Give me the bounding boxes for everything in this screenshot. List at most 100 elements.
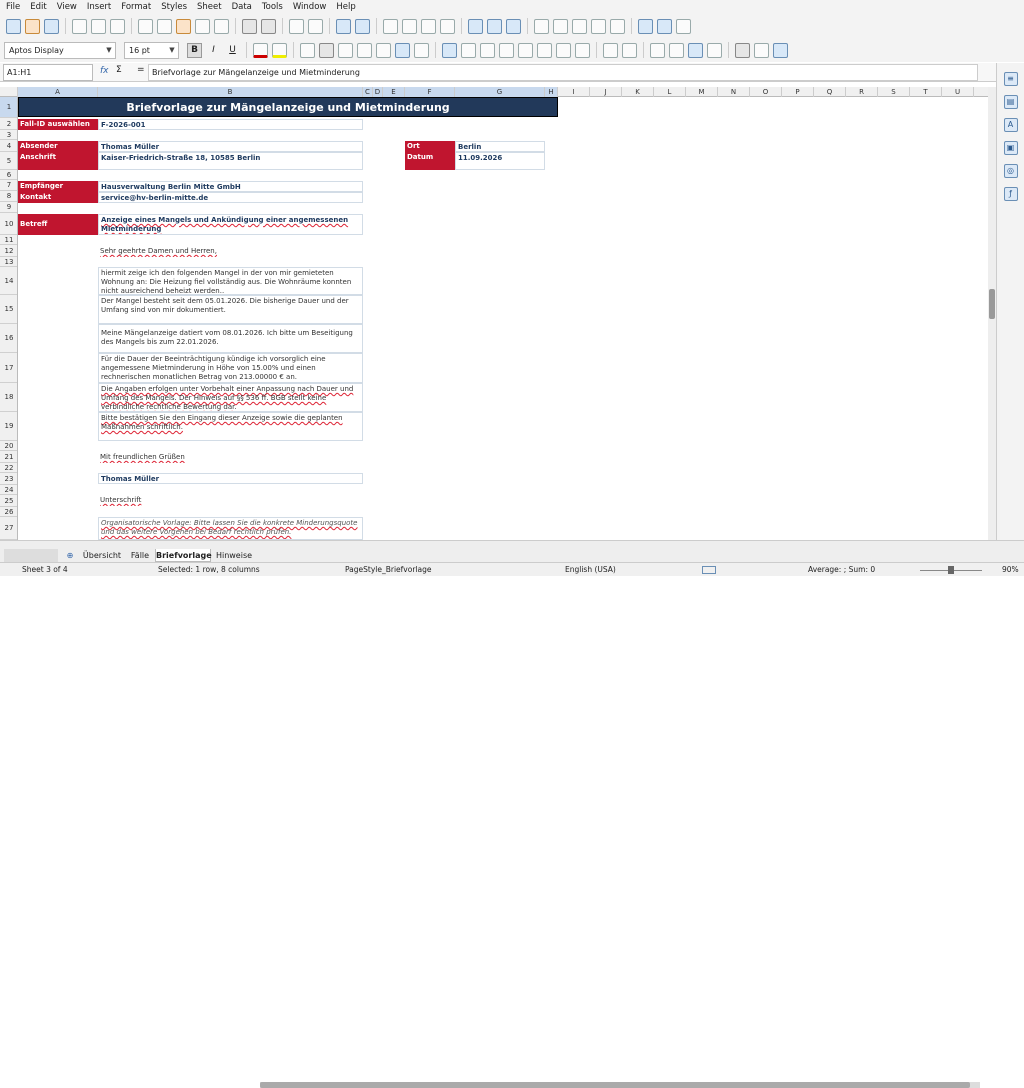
open-folder-icon[interactable] — [25, 18, 40, 34]
split-window-icon[interactable] — [657, 18, 672, 34]
row-header-15[interactable]: 15 — [0, 295, 17, 324]
center-vertically-icon[interactable] — [395, 42, 410, 58]
row-header-5[interactable]: 5 — [0, 152, 17, 170]
empfaenger-value[interactable]: Hausverwaltung Berlin Mitte GmbH — [98, 181, 363, 192]
align-center-icon[interactable] — [319, 42, 334, 58]
ort-value[interactable]: Berlin — [455, 141, 545, 152]
name-box[interactable]: A1:H1 — [3, 64, 93, 81]
paragraph-mangel-cell[interactable]: hiermit zeige ich den folgenden Mangel i… — [98, 267, 363, 295]
insert-image-icon[interactable] — [468, 18, 483, 34]
print-icon[interactable] — [91, 18, 106, 34]
styles-icon[interactable]: A — [1003, 118, 1018, 132]
font-name-box[interactable]: Aptos Display ▼ — [4, 41, 116, 59]
chevron-down-icon[interactable]: ▼ — [166, 46, 178, 54]
column-header-d[interactable]: D — [373, 87, 383, 97]
vertical-scroll-thumb[interactable] — [989, 289, 995, 319]
menu-view[interactable]: View — [57, 2, 77, 12]
column-header-g[interactable]: G — [455, 87, 545, 97]
column-header-e[interactable]: E — [383, 87, 405, 97]
fall-id-label[interactable]: Fall-ID auswählen — [18, 119, 98, 130]
special-character-icon[interactable] — [534, 18, 549, 34]
column-header-f[interactable]: F — [405, 87, 455, 97]
navigator-icon[interactable]: ◎ — [1003, 164, 1018, 178]
right-to-left-icon[interactable] — [754, 42, 769, 58]
row-header-7[interactable]: 7 — [0, 180, 17, 191]
sheet-title-cell[interactable]: Briefvorlage zur Mängelanzeige und Mietm… — [18, 97, 558, 117]
hyperlink-icon[interactable] — [553, 18, 568, 34]
column-header-r[interactable]: R — [846, 87, 878, 97]
functions-icon[interactable]: ƒ — [1003, 187, 1018, 201]
align-bottom-icon[interactable] — [414, 42, 429, 58]
signature-name-cell[interactable]: Thomas Müller — [98, 473, 363, 484]
menu-styles[interactable]: Styles — [161, 2, 187, 12]
row-header-8[interactable]: 8 — [0, 191, 17, 202]
menu-tools[interactable]: Tools — [262, 2, 283, 12]
clear-formatting-icon[interactable] — [214, 18, 229, 34]
underline-button[interactable]: U — [225, 43, 240, 58]
wrap-text-icon[interactable] — [442, 42, 457, 58]
copy-icon[interactable] — [157, 18, 172, 34]
zoom-level[interactable]: 90% — [1002, 565, 1019, 574]
menu-help[interactable]: Help — [336, 2, 355, 12]
font-size-box[interactable]: 16 pt ▼ — [124, 41, 179, 59]
hamburger-menu-icon[interactable]: ≡ — [1003, 72, 1018, 86]
vertical-scrollbar[interactable] — [988, 87, 996, 540]
row-header-10[interactable]: 10 — [0, 213, 17, 235]
column-header-h[interactable]: H — [545, 87, 558, 97]
paragraph-minderung-cell[interactable]: Für die Dauer der Beeinträchtigung kündi… — [98, 353, 363, 383]
column-header-n[interactable]: N — [718, 87, 750, 97]
border-color-icon[interactable] — [688, 42, 703, 58]
merge-center-icon[interactable] — [461, 42, 476, 58]
spreadsheet-grid[interactable]: Briefvorlage zur Mängelanzeige und Mietm… — [18, 97, 990, 540]
spelling-icon[interactable] — [308, 18, 323, 34]
row-header-21[interactable]: 21 — [0, 451, 17, 463]
row-header-20[interactable]: 20 — [0, 441, 17, 451]
status-language[interactable]: English (USA) — [565, 565, 616, 574]
row-header-14[interactable]: 14 — [0, 267, 17, 295]
new-document-icon[interactable] — [6, 18, 21, 34]
zoom-slider-thumb[interactable] — [948, 566, 954, 574]
menu-format[interactable]: Format — [121, 2, 151, 12]
row-header-24[interactable]: 24 — [0, 485, 17, 495]
kontakt-value[interactable]: service@hv-berlin-mitte.de — [98, 192, 363, 203]
menu-edit[interactable]: Edit — [30, 2, 46, 12]
row-icon[interactable] — [336, 18, 351, 34]
function-wizard-icon[interactable]: fx — [100, 66, 109, 76]
bold-button[interactable]: B — [187, 42, 202, 58]
formula-input[interactable]: Briefvorlage zur Mängelanzeige und Mietm… — [148, 64, 978, 81]
borders-icon[interactable] — [650, 42, 665, 58]
date-format-icon[interactable] — [537, 42, 552, 58]
column-header-m[interactable]: M — [686, 87, 718, 97]
italic-button[interactable]: I — [206, 43, 221, 58]
pivot-table-icon[interactable] — [506, 18, 521, 34]
menu-data[interactable]: Data — [232, 2, 252, 12]
paragraph-bestaetigung-cell[interactable]: Bitte bestätigen Sie den Eingang dieser … — [98, 412, 363, 441]
column-header-s[interactable]: S — [878, 87, 910, 97]
column-header-j[interactable]: J — [590, 87, 622, 97]
tab-briefvorlage[interactable]: Briefvorlage — [155, 549, 212, 562]
clone-formatting-icon[interactable] — [195, 18, 210, 34]
row-header-2[interactable]: 2 — [0, 118, 17, 130]
anrede-cell[interactable]: Sehr geehrte Damen und Herren, — [98, 246, 363, 257]
hinweis-cell[interactable]: Organisatorische Vorlage: Bitte lassen S… — [98, 517, 363, 540]
row-header-26[interactable]: 26 — [0, 507, 17, 517]
justify-icon[interactable] — [357, 42, 372, 58]
delete-decimal-icon[interactable] — [575, 42, 590, 58]
horizontal-scrollbar[interactable] — [260, 1082, 980, 1088]
betreff-value[interactable]: Anzeige eines Mangels und Ankündigung ei… — [98, 214, 363, 235]
kontakt-label[interactable]: Kontakt — [18, 192, 98, 203]
menu-insert[interactable]: Insert — [87, 2, 111, 12]
column-header-a[interactable]: A — [18, 87, 98, 97]
column-header-p[interactable]: P — [782, 87, 814, 97]
betreff-label[interactable]: Betreff — [18, 214, 98, 235]
column-icon[interactable] — [355, 18, 370, 34]
row-header-22[interactable]: 22 — [0, 463, 17, 473]
row-header-13[interactable]: 13 — [0, 257, 17, 267]
anschrift-value[interactable]: Kaiser-Friedrich-Straße 18, 10585 Berlin — [98, 152, 363, 170]
currency-format-icon[interactable] — [480, 42, 495, 58]
status-sum[interactable]: Average: ; Sum: 0 — [808, 565, 875, 574]
formula-icon[interactable]: = — [137, 65, 145, 75]
add-decimal-icon[interactable] — [556, 42, 571, 58]
sort-descending-icon[interactable] — [421, 18, 436, 34]
row-header-1[interactable]: 1 — [0, 97, 17, 118]
